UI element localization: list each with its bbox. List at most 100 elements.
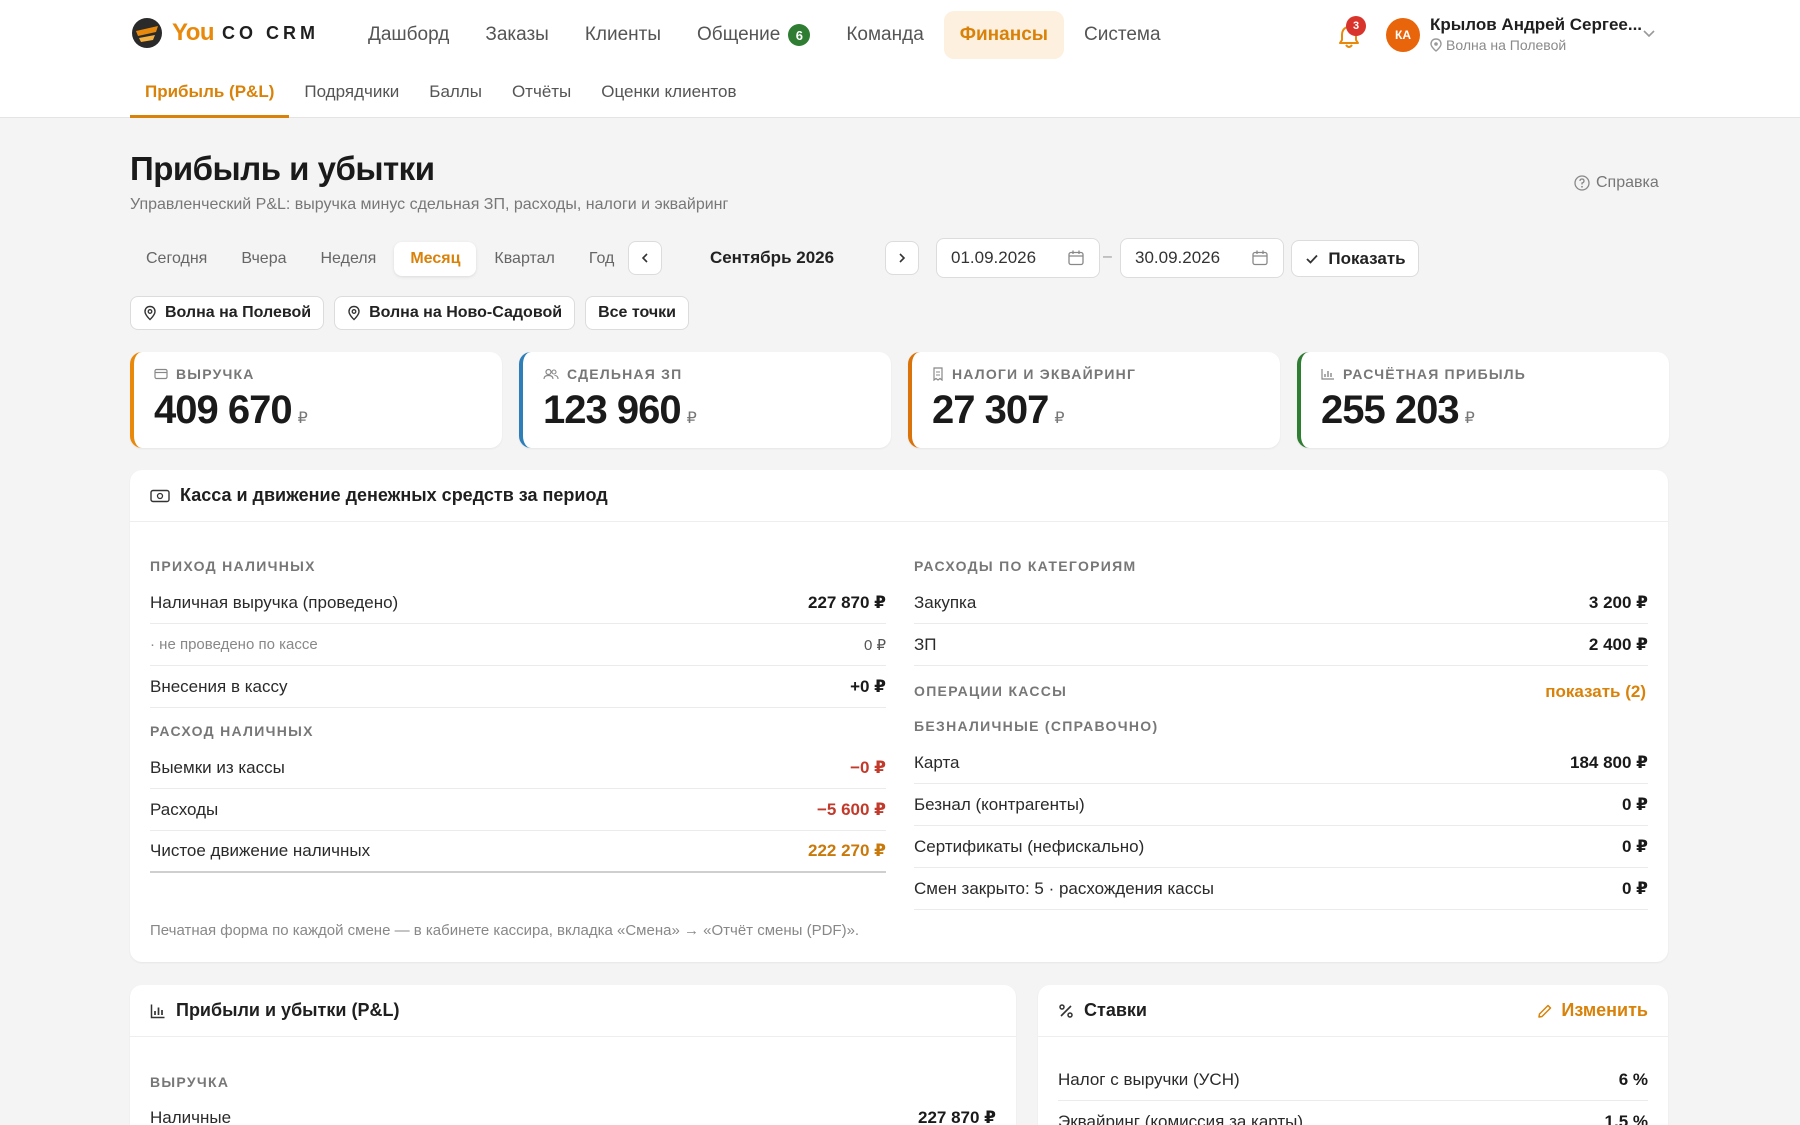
avatar[interactable]: КА: [1386, 18, 1420, 52]
noncash-heading: Безналичные (справочно): [914, 718, 1159, 734]
users-icon: [543, 368, 559, 380]
nav-dashboard[interactable]: Дашборд: [352, 11, 465, 59]
bar-chart-icon: [1321, 369, 1334, 380]
edit-rates-button[interactable]: Изменить: [1537, 1000, 1648, 1021]
kpi-number: 409 670: [154, 388, 293, 432]
location-chip-label: Волна на Ново-Садовой: [369, 304, 563, 321]
rates-title-group: Ставки: [1058, 1000, 1147, 1021]
nav-orders[interactable]: Заказы: [469, 11, 565, 59]
user-name[interactable]: Крылов Андрей Сергее...: [1430, 15, 1642, 35]
page-subtitle: Управленческий P&L: выручка минус сдельн…: [130, 196, 729, 213]
noncash-row: Сертификаты (нефискально) 0 ₽: [914, 826, 1648, 868]
cash-icon: [150, 489, 170, 502]
period-quarter[interactable]: Квартал: [478, 242, 570, 276]
row-label: Наличные: [150, 1107, 232, 1125]
period-label: Сентябрь 2026: [709, 248, 835, 267]
cash-footnote: Печатная форма по каждой смене — в кабин…: [150, 922, 860, 939]
location-chip-polevaya[interactable]: Волна на Полевой: [130, 296, 325, 330]
location-chip-all[interactable]: Все точки: [585, 296, 689, 330]
rates-title: Ставки: [1084, 1000, 1147, 1020]
categories-heading: Расходы по категориям: [914, 558, 1137, 574]
show-cash-ops-link[interactable]: показать (2): [1380, 682, 1646, 702]
row-label: Безнал (контрагенты): [914, 794, 1085, 814]
kpi-label-text: Налоги и эквайринг: [952, 366, 1137, 382]
show-button[interactable]: Показать: [1291, 240, 1419, 277]
period-today[interactable]: Сегодня: [130, 242, 223, 276]
help-icon: [1574, 175, 1590, 191]
check-icon: [1306, 254, 1319, 264]
cash-ops-heading: Операции кассы: [914, 683, 1068, 699]
cash-net-row: Чистое движение наличных 222 270 ₽: [150, 831, 886, 873]
prev-period-button[interactable]: [628, 241, 662, 275]
row-label: Карта: [914, 752, 960, 772]
nav-team[interactable]: Команда: [830, 11, 939, 59]
user-location: Волна на Полевой: [1430, 37, 1566, 53]
location-chip-novo-sadovaya[interactable]: Волна на Ново-Садовой: [334, 296, 576, 330]
tab-points[interactable]: Баллы: [414, 70, 497, 118]
pnl-panel: Прибыли и убытки (P&L) Выручка Наличные …: [130, 985, 1016, 1125]
nav-clients[interactable]: Клиенты: [569, 11, 677, 59]
kpi-taxes-acquiring: Налоги и эквайринг 27 307 ₽: [908, 352, 1280, 448]
help-link[interactable]: Справка: [1574, 174, 1659, 192]
page-title: Прибыль и убытки: [130, 150, 435, 187]
nav-label: Команда: [846, 24, 924, 45]
tab-pnl[interactable]: Прибыль (P&L): [130, 70, 290, 118]
chevron-down-icon[interactable]: [1640, 24, 1658, 42]
nav-finance[interactable]: Финансы: [943, 11, 1064, 59]
cash-row: Расходы −5 600 ₽: [150, 789, 886, 831]
category-row: ЗП 2 400 ₽: [914, 624, 1648, 666]
period-year[interactable]: Год: [573, 242, 630, 276]
period-month[interactable]: Месяц: [394, 242, 477, 276]
tab-contractors[interactable]: Подрядчики: [289, 70, 414, 118]
location-filter: Волна на Полевой Волна на Ново-Садовой В…: [130, 296, 689, 330]
location-chip-label: Волна на Полевой: [165, 304, 312, 321]
row-value: −0 ₽: [850, 757, 886, 777]
finance-subnav: Прибыль (P&L) Подрядчики Баллы Отчёты Оц…: [130, 70, 752, 118]
cash-row: Наличная выручка (проведено) 227 870 ₽: [150, 582, 886, 624]
location-pin-icon: [348, 305, 360, 321]
row-label: Налог с выручки (УСН): [1058, 1069, 1240, 1089]
period-yesterday[interactable]: Вчера: [225, 242, 302, 276]
date-to-input[interactable]: 30.09.2026: [1120, 238, 1284, 278]
next-period-button[interactable]: [885, 241, 919, 275]
location-chip-label: Все точки: [598, 304, 676, 321]
nav-label: Дашборд: [368, 24, 450, 45]
kpi-label-text: Расчётная прибыль: [1343, 366, 1527, 382]
cash-flow-title: Касса и движение денежных средств за пер…: [180, 485, 608, 505]
kpi-label-text: Сдельная ЗП: [567, 366, 683, 382]
help-label: Справка: [1596, 174, 1659, 191]
wallet-icon: [154, 368, 168, 380]
logo-text-rest: CO CRM: [222, 22, 320, 43]
kpi-revenue: Выручка 409 670 ₽: [130, 352, 502, 448]
nav-messages[interactable]: Общение 6: [681, 11, 826, 59]
row-label: Чистое движение наличных: [150, 841, 371, 860]
show-button-label: Показать: [1328, 248, 1406, 268]
rate-row: Налог с выручки (УСН) 6 %: [1058, 1059, 1648, 1101]
row-value: 1,5 %: [1604, 1111, 1648, 1125]
row-value: 2 400 ₽: [1588, 634, 1648, 654]
app-logo[interactable]: You CO CRM: [130, 16, 319, 50]
row-label: · не проведено по кассе: [150, 636, 318, 653]
cash-row: Внесения в кассу +0 ₽: [150, 666, 886, 708]
kpi-currency: ₽: [1054, 410, 1065, 427]
period-week[interactable]: Неделя: [305, 242, 393, 276]
tab-client-ratings[interactable]: Оценки клиентов: [586, 70, 751, 118]
row-value: +0 ₽: [850, 676, 886, 696]
main-nav: Дашборд Заказы Клиенты Общение 6 Команда …: [352, 11, 1177, 59]
date-from-input[interactable]: 01.09.2026: [936, 238, 1100, 278]
kpi-value: 255 203 ₽: [1321, 388, 1669, 433]
kpi-label: Сдельная ЗП: [543, 366, 891, 382]
row-value: 0 ₽: [1621, 878, 1648, 898]
row-label: Расходы: [150, 799, 219, 819]
calendar-icon: [1068, 250, 1084, 266]
receipt-icon: [933, 367, 943, 381]
tab-reports[interactable]: Отчёты: [497, 70, 586, 118]
category-row: Закупка 3 200 ₽: [914, 582, 1648, 624]
row-label: Сертификаты (нефискально): [914, 836, 1145, 856]
rates-panel: Ставки Изменить Налог с выручки (УСН) 6 …: [1038, 985, 1668, 1125]
noncash-row: Карта 184 800 ₽: [914, 742, 1648, 784]
cash-row: · не проведено по кассе 0 ₽: [150, 624, 886, 666]
noncash-row: Безнал (контрагенты) 0 ₽: [914, 784, 1648, 826]
calendar-icon: [1252, 250, 1268, 266]
nav-system[interactable]: Система: [1068, 11, 1177, 59]
